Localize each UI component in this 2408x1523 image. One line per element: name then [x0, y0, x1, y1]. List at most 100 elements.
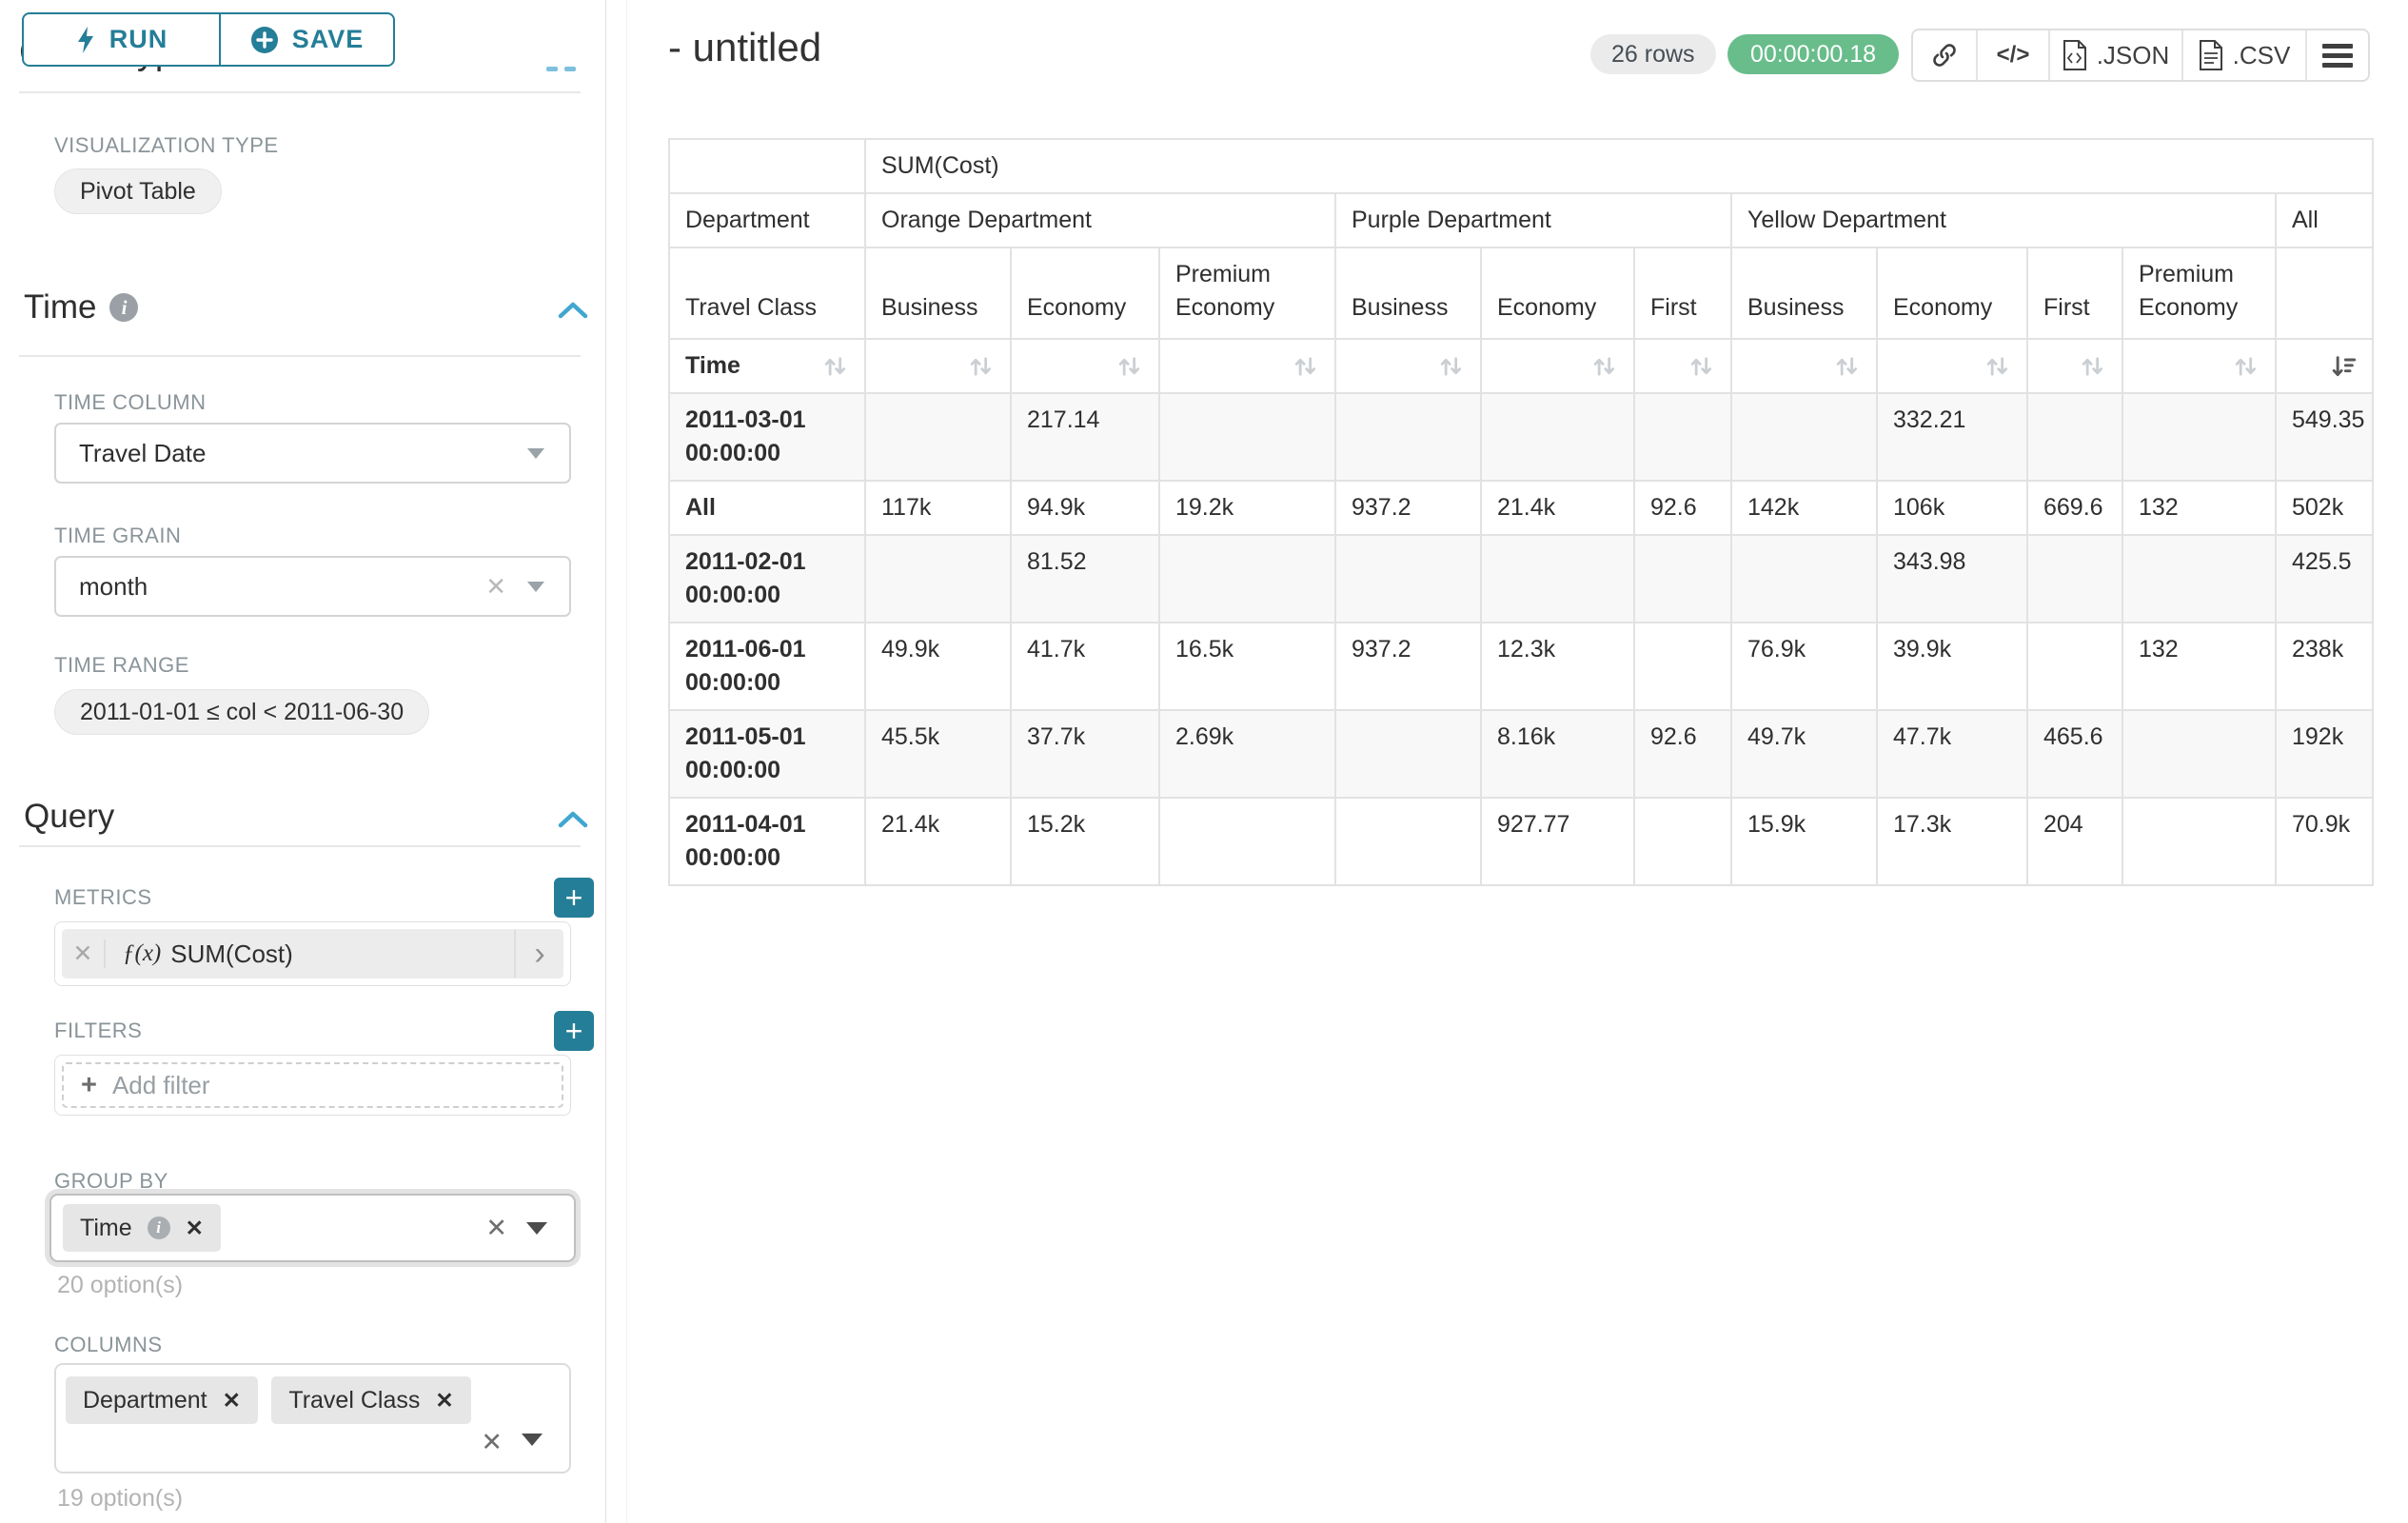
export-csv-button[interactable]: .CSV [2181, 30, 2305, 80]
column-sort-header [1731, 339, 1877, 393]
info-icon: i [148, 1216, 170, 1239]
sort-button[interactable] [2233, 353, 2260, 380]
value-cell [1335, 710, 1481, 798]
value-cell: 15.2k [1011, 798, 1159, 885]
value-cell [2122, 535, 2276, 623]
time-range-text: 2011-01-01 ≤ col < 2011-06-30 [80, 699, 404, 726]
filters-label: FILTERS [54, 1019, 142, 1043]
travel-class-header: First [1634, 247, 1731, 339]
group-by-label: GROUP BY [54, 1169, 168, 1194]
value-cell: 669.6 [2027, 481, 2122, 535]
section-divider [19, 845, 581, 847]
export-json-label: .JSON [2097, 41, 2170, 70]
sort-button[interactable] [822, 353, 849, 380]
more-options-button[interactable] [2305, 30, 2368, 80]
column-sort-header [1159, 339, 1335, 393]
travel-class-header: Business [865, 247, 1011, 339]
value-cell [1634, 535, 1731, 623]
value-cell [1335, 535, 1481, 623]
value-cell [1335, 798, 1481, 885]
value-cell: 204 [2027, 798, 2122, 885]
travel-class-row-label: Travel Class [669, 247, 865, 339]
value-cell: 117k [865, 481, 1011, 535]
sort-button[interactable] [1688, 353, 1715, 380]
sort-button[interactable] [1116, 353, 1143, 380]
columns-tag: Travel Class ✕ [271, 1376, 470, 1424]
export-json-button[interactable]: .JSON [2048, 30, 2181, 80]
control-panel: Chart Type RUN SAVE VISUALIZATION TYPE P… [0, 0, 606, 1523]
value-cell [1481, 393, 1634, 481]
value-cell: 132 [2122, 623, 2276, 710]
section-divider [19, 355, 581, 357]
columns-tag-label: Travel Class [288, 1387, 420, 1414]
add-filter-button[interactable]: + Add filter [62, 1062, 563, 1108]
sort-button[interactable] [1438, 353, 1465, 380]
run-save-button-group: RUN SAVE [22, 12, 395, 67]
time-section-header[interactable]: Time i [24, 288, 138, 326]
share-link-button[interactable] [1913, 30, 1976, 80]
chevron-right-icon[interactable]: › [514, 930, 563, 978]
travel-class-header: Business [1731, 247, 1877, 339]
department-group-header: Orange Department [865, 193, 1335, 247]
save-button[interactable]: SAVE [219, 14, 393, 65]
save-button-label: SAVE [292, 25, 365, 54]
remove-tag-icon[interactable]: ✕ [223, 1388, 241, 1414]
table-row: 2011-06-01 00:00:0049.9k41.7k16.5k937.21… [669, 623, 2373, 710]
embed-code-button[interactable]: </> [1976, 30, 2048, 80]
row-header: All [669, 481, 865, 535]
metric-pill[interactable]: ✕ ƒ(x) SUM(Cost) › [62, 929, 563, 979]
remove-metric-icon[interactable]: ✕ [62, 940, 106, 968]
sort-button[interactable] [1293, 353, 1319, 380]
query-section-header[interactable]: Query [24, 798, 114, 836]
hamburger-icon [2322, 44, 2353, 68]
row-header: 2011-05-01 00:00:00 [669, 710, 865, 798]
chart-title[interactable]: - untitled [668, 25, 821, 70]
chevron-up-icon[interactable] [557, 809, 589, 830]
sort-desc-button[interactable] [2330, 353, 2357, 380]
add-filter-plus-button[interactable]: + [554, 1011, 594, 1051]
columns-options-count: 19 option(s) [57, 1485, 183, 1513]
sort-button[interactable] [1834, 353, 1861, 380]
time-grain-label: TIME GRAIN [54, 524, 181, 548]
table-row: 2011-03-01 00:00:00217.14332.21549.35 [669, 393, 2373, 481]
value-cell [2027, 393, 2122, 481]
add-metric-button[interactable]: + [554, 878, 594, 918]
value-cell [1159, 798, 1335, 885]
value-cell: 465.6 [2027, 710, 2122, 798]
value-cell [1731, 535, 1877, 623]
sort-button[interactable] [1591, 353, 1618, 380]
visualization-type-value[interactable]: Pivot Table [54, 168, 222, 214]
columns-select[interactable]: Department ✕ Travel Class ✕ ✕ [54, 1363, 571, 1474]
metrics-container: ✕ ƒ(x) SUM(Cost) › [54, 921, 571, 986]
sort-button[interactable] [1984, 353, 2011, 380]
value-cell [2122, 393, 2276, 481]
value-cell [1159, 393, 1335, 481]
value-cell: 49.7k [1731, 710, 1877, 798]
travel-class-header: Premium Economy [1159, 247, 1335, 339]
sort-button[interactable] [968, 353, 995, 380]
value-cell: 142k [1731, 481, 1877, 535]
sort-both-icon [1984, 353, 2011, 380]
run-button[interactable]: RUN [24, 14, 219, 65]
remove-tag-icon[interactable]: ✕ [435, 1388, 453, 1414]
value-cell: 106k [1877, 481, 2027, 535]
time-grain-select[interactable]: month ✕ [54, 556, 571, 617]
time-column-select[interactable]: Travel Date [54, 423, 571, 484]
clear-icon[interactable]: ✕ [485, 572, 506, 602]
time-range-value[interactable]: 2011-01-01 ≤ col < 2011-06-30 [54, 689, 429, 735]
lightning-icon [75, 26, 96, 54]
row-header: 2011-06-01 00:00:00 [669, 623, 865, 710]
value-cell: 937.2 [1335, 623, 1481, 710]
clear-icon[interactable]: ✕ [485, 1214, 507, 1243]
file-code-icon [2063, 40, 2087, 70]
clear-icon[interactable]: ✕ [481, 1428, 503, 1457]
sort-button[interactable] [2080, 353, 2106, 380]
chevron-up-icon[interactable] [557, 300, 589, 321]
table-row: 2011-05-01 00:00:0045.5k37.7k2.69k8.16k9… [669, 710, 2373, 798]
value-cell: 81.52 [1011, 535, 1159, 623]
group-by-select[interactable]: Time i ✕ ✕ [49, 1194, 576, 1262]
travel-class-header: Business [1335, 247, 1481, 339]
value-cell [2027, 535, 2122, 623]
remove-tag-icon[interactable]: ✕ [186, 1216, 204, 1241]
query-timer-badge: 00:00:00.18 [1727, 34, 1899, 74]
